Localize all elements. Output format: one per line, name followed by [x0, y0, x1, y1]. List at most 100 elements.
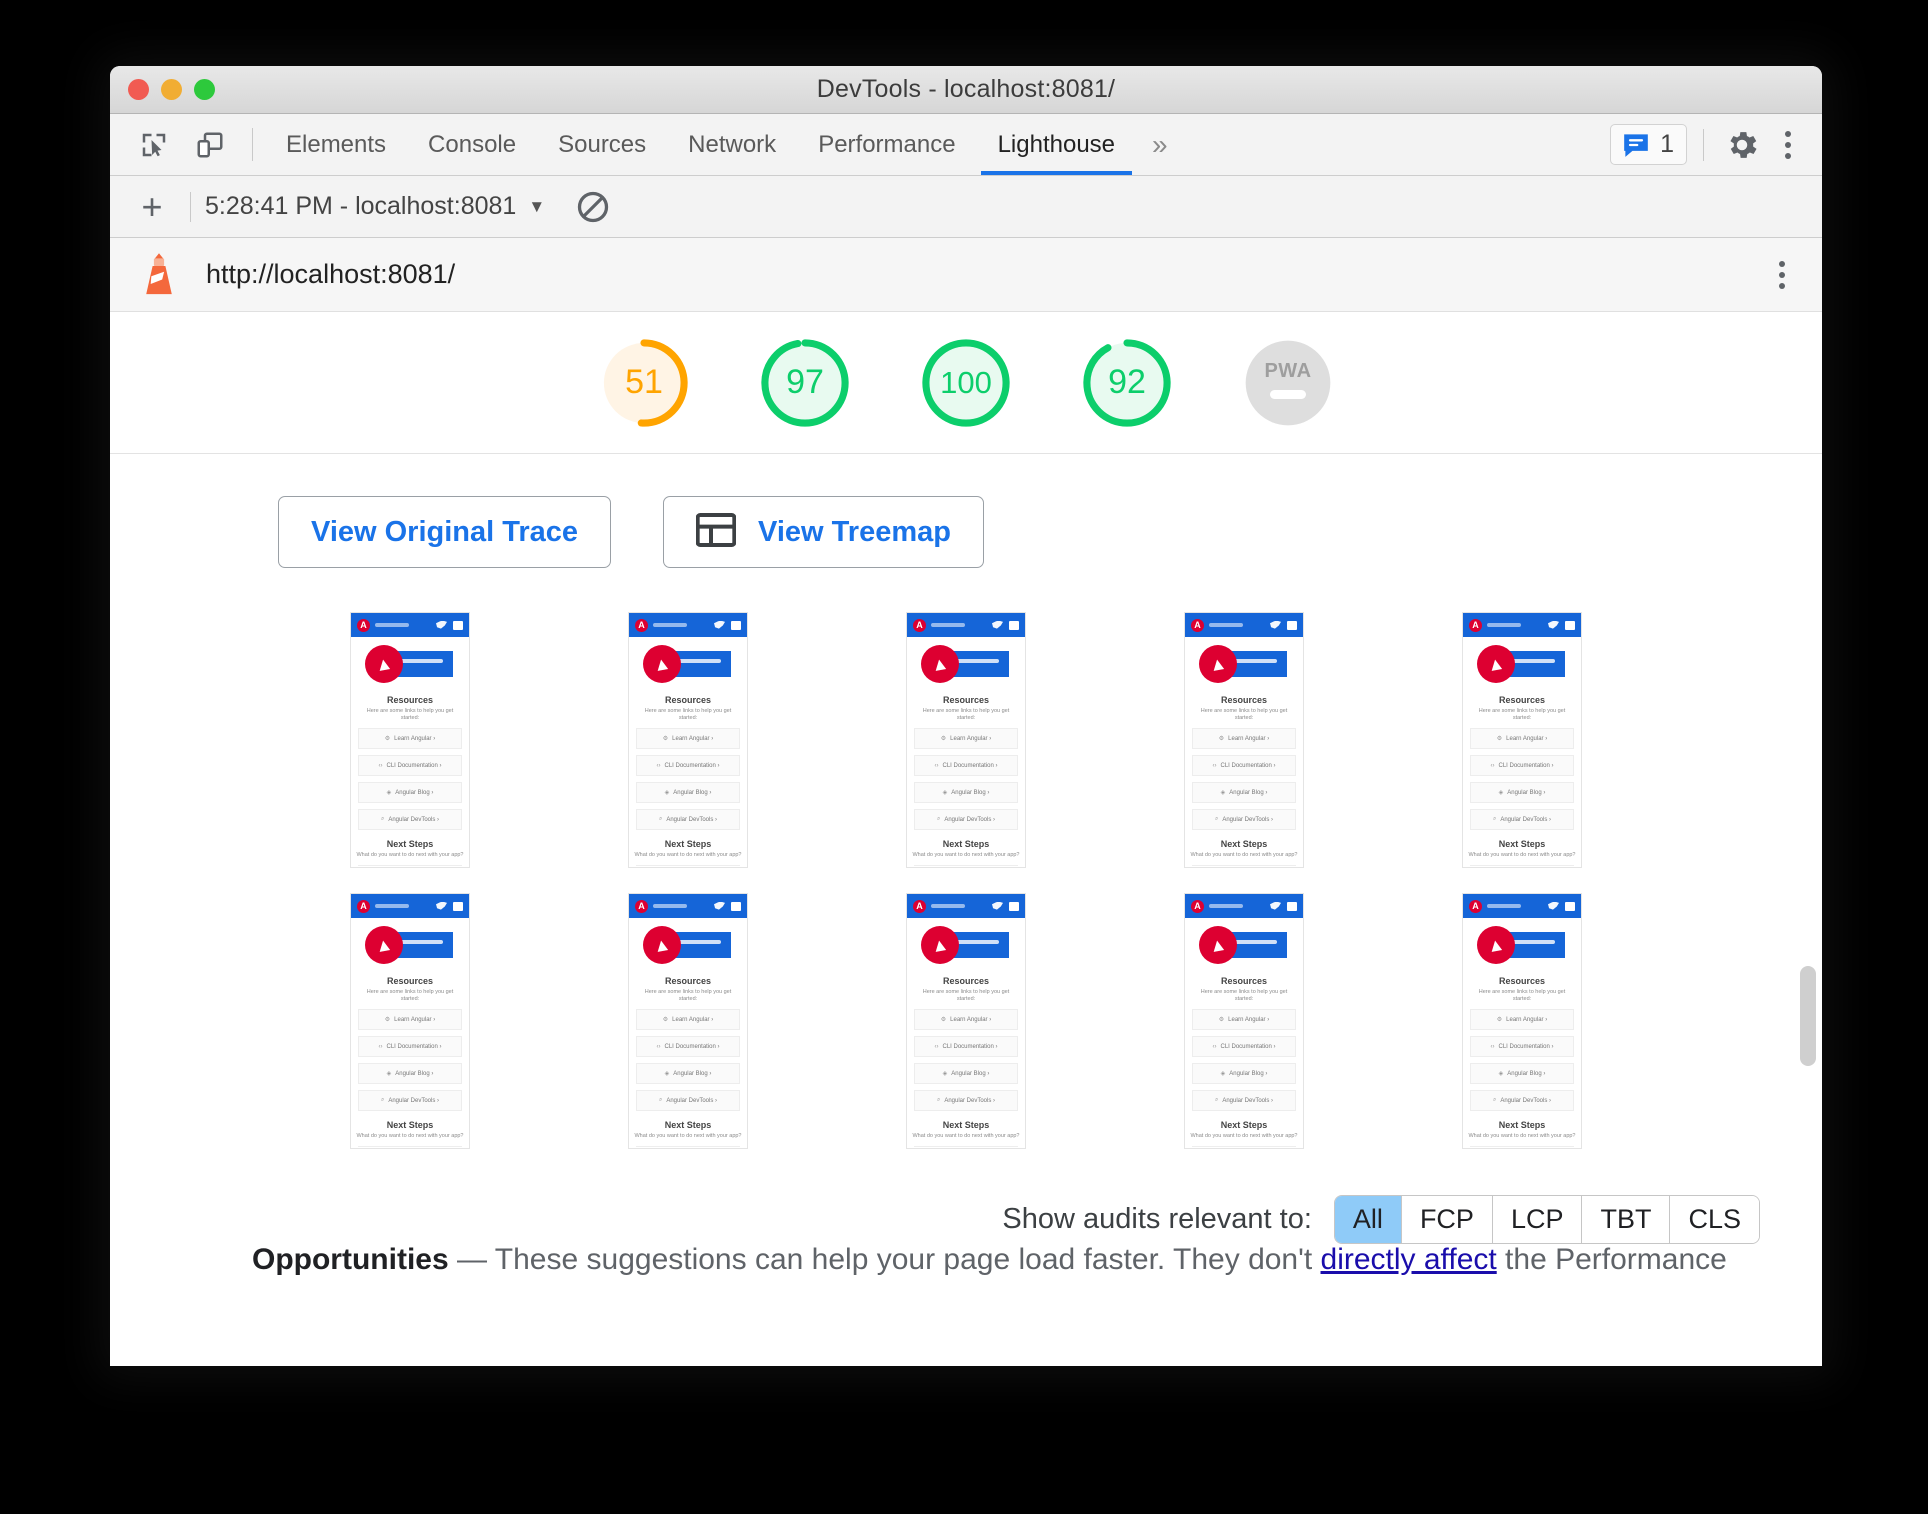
thumb-card-icon: ‹›: [656, 1043, 661, 1050]
thumb-resource-card: ‹› CLI Documentation ›: [914, 755, 1018, 777]
thumb-section-title: Resources: [386, 695, 434, 705]
thumb-resource-card: ‹› CLI Documentation ›: [914, 1036, 1018, 1058]
angular-logo-icon: A: [1191, 899, 1204, 913]
thumb-section-title: Resources: [942, 976, 990, 986]
thumb-resource-card: ⌕ Angular DevTools ›: [1470, 1090, 1574, 1112]
tab-elements[interactable]: Elements: [265, 114, 407, 175]
thumb-hero: ▲: [1185, 918, 1303, 974]
thumb-section-title: Resources: [664, 976, 712, 986]
thumb-card-label: Angular DevTools ›: [1222, 1097, 1274, 1104]
thumb-navbar: A: [1463, 894, 1581, 918]
thumb-resource-card: ⚙ Learn Angular ›: [636, 728, 740, 750]
gear-icon[interactable]: [1720, 123, 1764, 167]
score-value-seo: 92: [1108, 363, 1146, 401]
thumb-resource-card: ⌕ Angular DevTools ›: [1470, 809, 1574, 831]
thumb-resource-card: ⌕ Angular DevTools ›: [358, 809, 462, 831]
thumb-card-icon: ‹›: [378, 1043, 383, 1050]
filter-pill-lcp[interactable]: LCP: [1492, 1196, 1583, 1243]
gauge-best-practices[interactable]: 100: [917, 334, 1015, 432]
thumb-card-label: Angular Blog ›: [395, 1070, 434, 1077]
report-options-icon[interactable]: [1764, 253, 1800, 297]
tab-strip-right-actions: 1: [1610, 114, 1822, 175]
thumb-card-icon: ‹›: [378, 762, 383, 769]
run-selector-dropdown[interactable]: 5:28:41 PM - localhost:8081 ▼: [205, 192, 545, 221]
filmstrip-thumbnail[interactable]: A ▲ Resources Here are some links to hel…: [628, 893, 748, 1149]
filmstrip-thumbnail[interactable]: A ▲ Resources Here are some links to hel…: [1462, 893, 1582, 1149]
screen-root: DevTools - localhost:8081/ Elements Cons…: [0, 0, 1928, 1514]
tab-network[interactable]: Network: [667, 114, 797, 175]
thumb-footer: + New Component: [914, 1146, 1018, 1148]
message-icon: [1624, 133, 1648, 157]
thumb-resource-card: ⌕ Angular DevTools ›: [636, 1090, 740, 1112]
thumb-card-label: CLI Documentation ›: [1220, 762, 1276, 769]
console-messages-badge[interactable]: 1: [1610, 124, 1687, 165]
window-title-bar: DevTools - localhost:8081/: [110, 66, 1822, 114]
tab-console[interactable]: Console: [407, 114, 537, 175]
thumb-card-label: Angular DevTools ›: [666, 1097, 718, 1104]
opportunities-text-before: These suggestions can help your page loa…: [494, 1243, 1321, 1276]
thumb-section-sub: Here are some links to help you get star…: [922, 989, 1010, 1003]
more-tabs-icon[interactable]: »: [1136, 114, 1184, 175]
tab-performance[interactable]: Performance: [797, 114, 976, 175]
thumb-card-label: Learn Angular ›: [950, 1016, 992, 1023]
filmstrip-thumbnail[interactable]: A ▲ Resources Here are some links to hel…: [906, 893, 1026, 1149]
filter-pill-tbt[interactable]: TBT: [1582, 1196, 1671, 1243]
thumb-card-label: Learn Angular ›: [394, 735, 436, 742]
opportunities-text-after: the Performance: [1496, 1243, 1727, 1276]
filter-pill-all[interactable]: All: [1334, 1196, 1402, 1243]
gauge-pwa[interactable]: PWA: [1239, 334, 1337, 432]
thumb-card-icon: ⚙: [384, 1017, 391, 1024]
filmstrip-thumbnail[interactable]: A ▲ Resources Here are some links to hel…: [350, 612, 470, 868]
gauge-performance[interactable]: 51: [545, 334, 743, 478]
filmstrip-thumbnail[interactable]: A ▲ Resources Here are some links to hel…: [1184, 893, 1304, 1149]
thumb-resource-card: ⚙ Learn Angular ›: [1192, 728, 1296, 750]
clear-all-icon[interactable]: [575, 189, 611, 225]
new-report-button[interactable]: +: [128, 188, 176, 225]
thumb-card-icon: ⌕: [1214, 816, 1219, 823]
thumb-next-sub: What do you want to do next with your ap…: [634, 1133, 742, 1140]
thumb-resource-card: ⌕ Angular DevTools ›: [636, 809, 740, 831]
filter-pill-cls[interactable]: CLS: [1670, 1196, 1759, 1243]
gauge-seo[interactable]: 92: [1078, 334, 1176, 432]
filmstrip-thumbnail[interactable]: A ▲ Resources Here are some links to hel…: [1462, 612, 1582, 868]
filmstrip-screenshots: A ▲ Resources Here are some links to hel…: [110, 568, 1822, 1149]
thumb-card-icon: ◈: [1220, 790, 1226, 797]
tab-lighthouse[interactable]: Lighthouse: [977, 114, 1136, 175]
thumb-card-label: Angular Blog ›: [1507, 789, 1546, 796]
twitter-icon: [1548, 620, 1559, 629]
filmstrip-thumbnail[interactable]: A ▲ Resources Here are some links to hel…: [906, 612, 1026, 868]
thumb-card-label: Angular DevTools ›: [944, 1097, 996, 1104]
view-treemap-button[interactable]: View Treemap: [663, 496, 984, 568]
twitter-icon: [436, 620, 447, 629]
thumb-next-title: Next Steps: [942, 1120, 990, 1131]
filter-pill-fcp[interactable]: FCP: [1401, 1196, 1493, 1243]
tab-sources[interactable]: Sources: [537, 114, 667, 175]
thumb-card-icon: ◈: [664, 1071, 670, 1078]
thumb-card-label: CLI Documentation ›: [386, 1043, 442, 1050]
devtools-menu-icon[interactable]: [1770, 123, 1806, 167]
thumb-navbar: A: [351, 613, 469, 637]
scrollbar-thumb[interactable]: [1800, 966, 1816, 1066]
thumb-next-sub: What do you want to do next with your ap…: [1468, 852, 1576, 859]
filmstrip-thumbnail[interactable]: A ▲ Resources Here are some links to hel…: [1184, 612, 1304, 868]
thumb-card-icon: ◈: [1220, 1071, 1226, 1078]
report-scrollbar[interactable]: [1800, 966, 1816, 1300]
thumb-card-icon: ⌕: [658, 1097, 663, 1104]
devtools-tool-icons: [124, 114, 240, 175]
opportunities-link[interactable]: directly affect: [1321, 1243, 1497, 1276]
thumb-card-icon: ⚙: [1496, 736, 1503, 743]
inspect-element-icon[interactable]: [134, 125, 174, 165]
thumb-section-sub: Here are some links to help you get star…: [922, 708, 1010, 722]
filmstrip-thumbnail[interactable]: A ▲ Resources Here are some links to hel…: [628, 612, 748, 868]
thumb-card-label: Angular DevTools ›: [1222, 816, 1274, 823]
chevron-down-icon: ▼: [528, 196, 546, 216]
filmstrip-thumbnail[interactable]: A ▲ Resources Here are some links to hel…: [350, 893, 470, 1149]
thumb-resource-card: ‹› CLI Documentation ›: [636, 1036, 740, 1058]
device-toolbar-icon[interactable]: [190, 125, 230, 165]
thumb-card-icon: ⚙: [1218, 1017, 1225, 1024]
thumb-resource-card: ⚙ Learn Angular ›: [1470, 728, 1574, 750]
gauge-accessibility[interactable]: 97: [756, 334, 854, 432]
view-original-trace-button[interactable]: View Original Trace: [278, 496, 612, 568]
thumb-resource-card: ⚙ Learn Angular ›: [358, 1009, 462, 1031]
thumb-resource-card: ⚙ Learn Angular ›: [914, 728, 1018, 750]
